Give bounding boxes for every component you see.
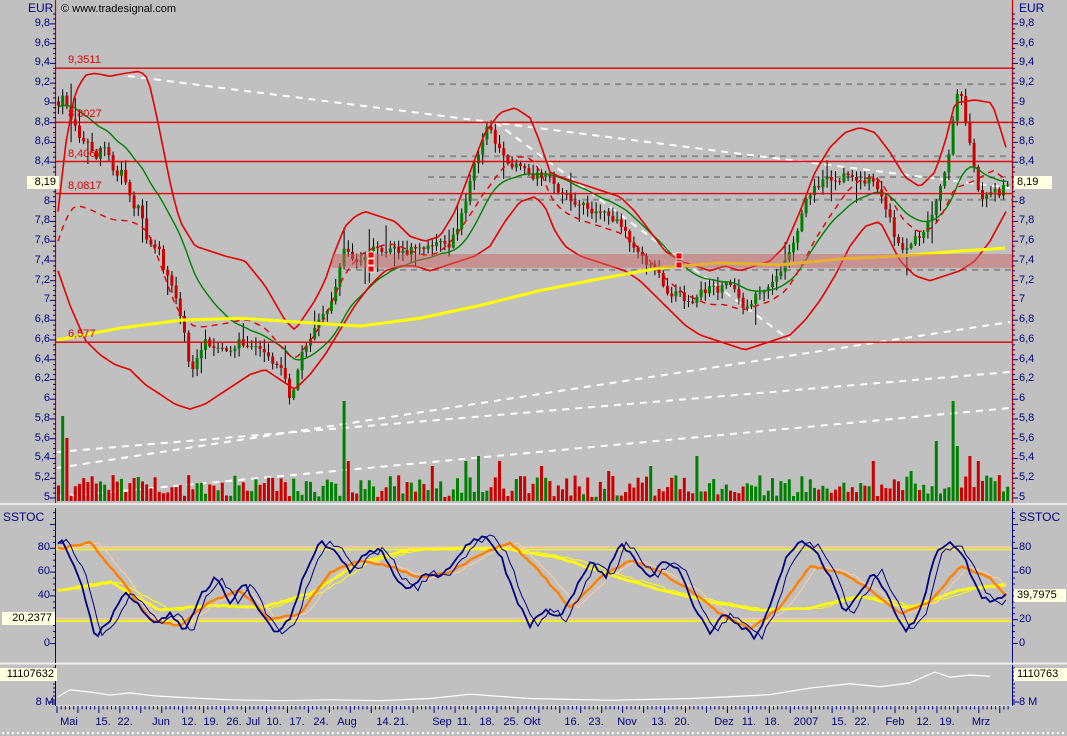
x-axis-label: 22. [117, 716, 133, 728]
main-y-tick-label-left: 5,8 [34, 411, 50, 424]
main-y-tick-label-right: 5,8 [1019, 411, 1035, 424]
sstoc-y-tick-label-left: 60 [37, 565, 50, 578]
sstoc-y-tick-label-right: 60 [1019, 565, 1032, 578]
main-y-tick-label-left: 7,4 [34, 253, 50, 266]
main-y-tick-label-left: 8,8 [34, 115, 50, 128]
price-level-label: 8,4067 [68, 147, 102, 160]
main-y-tick-label-right: 8,6 [1019, 135, 1035, 148]
chart-canvas[interactable] [0, 0, 1067, 736]
momentum-value-left: 11107632 [0, 668, 57, 681]
main-y-tick-label-left: 9,4 [34, 56, 50, 69]
main-y-tick-label-left: 5,2 [34, 471, 50, 484]
main-y-tick-label-left: 7,2 [34, 273, 50, 286]
main-y-tick-label-right: 8 [1019, 194, 1026, 207]
main-y-tick-label-left: 8 [43, 194, 50, 207]
main-y-tick-label-left: 7,6 [34, 234, 50, 247]
momentum-value-right: 1110763 [1014, 668, 1067, 681]
sstoc-title-left: SSTOC [3, 510, 45, 524]
main-y-tick-label-left: 9,8 [34, 16, 50, 29]
left-axis-currency-label: EUR [28, 1, 54, 15]
main-y-tick-label-right: 9 [1019, 95, 1026, 108]
right-axis-currency-label: EUR [1019, 1, 1045, 15]
sstoc-y-tick-label-left: 40 [37, 588, 50, 601]
main-y-tick-label-right: 6,8 [1019, 313, 1035, 326]
sstoc-y-tick-label-right: 80 [1019, 541, 1032, 554]
main-y-tick-label-left: 5,4 [34, 451, 50, 464]
main-y-tick-label-right: 9,8 [1019, 16, 1035, 29]
x-axis-label: Okt [523, 716, 541, 728]
sstoc-y-tick-label-right: 0 [1019, 636, 1026, 649]
main-y-tick-label-left: 6,4 [34, 352, 50, 365]
sstoc-y-tick-label-right: 20 [1019, 612, 1032, 625]
copyright-text: © www.tradesignal.com [61, 3, 177, 15]
main-y-tick-label-right: 7,8 [1019, 214, 1035, 227]
main-y-tick-label-left: 6,8 [34, 313, 50, 326]
main-y-tick-label-left: 7 [43, 293, 50, 306]
sstoc-y-tick-label-left: 0 [43, 636, 50, 649]
x-axis-label: 20. [674, 716, 690, 728]
current-price-right: 8,19 [1014, 176, 1052, 189]
main-y-tick-label-right: 7,6 [1019, 234, 1035, 247]
x-axis-label: Mrz [971, 716, 991, 728]
main-y-tick-label-left: 8,6 [34, 135, 50, 148]
main-y-tick-label-right: 5,6 [1019, 431, 1035, 444]
sstoc-value-right: 39,7975 [1014, 589, 1066, 602]
main-y-tick-label-right: 7,4 [1019, 253, 1035, 266]
x-axis-label: Aug [337, 716, 357, 728]
main-y-tick-label-right: 6,6 [1019, 332, 1035, 345]
price-level-label: 8,0817 [68, 179, 102, 192]
main-y-tick-label-left: 6 [43, 392, 50, 405]
main-y-tick-label-left: 8,4 [34, 155, 50, 168]
x-axis-label: 21. [393, 716, 409, 728]
main-y-tick-label-left: 9,6 [34, 36, 50, 49]
main-y-tick-label-right: 8,8 [1019, 115, 1035, 128]
main-y-tick-label-left: 6,6 [34, 332, 50, 345]
main-y-tick-label-right: 6,4 [1019, 352, 1035, 365]
main-y-tick-label-right: 5 [1019, 491, 1026, 503]
main-y-tick-label-left: 5,6 [34, 431, 50, 444]
main-y-tick-label-right: 6 [1019, 392, 1026, 405]
main-y-tick-label-right: 9,4 [1019, 56, 1035, 69]
price-level-label: 8,8027 [68, 108, 102, 121]
momentum-scale-left: 8 M [35, 696, 54, 708]
current-price-left: 8,19 [27, 176, 59, 189]
main-y-tick-label-right: 8,4 [1019, 155, 1035, 168]
tradesignal-chart-window: EUR EUR © www.tradesignal.com 8,19 8,19 … [0, 0, 1067, 736]
main-y-tick-label-left: 7,8 [34, 214, 50, 227]
main-y-tick-label-right: 6,2 [1019, 372, 1035, 385]
main-y-tick-label-left: 5 [43, 491, 50, 503]
main-y-tick-label-right: 7 [1019, 293, 1026, 306]
main-y-tick-label-left: 9 [43, 95, 50, 108]
main-y-tick-label-right: 9,6 [1019, 36, 1035, 49]
main-y-tick-label-right: 5,2 [1019, 471, 1035, 484]
price-level-label: 9,3511 [68, 54, 101, 67]
sstoc-value-left: 20,2377 [2, 612, 55, 625]
main-y-tick-label-right: 7,2 [1019, 273, 1035, 286]
momentum-scale-right: 8 M [1019, 696, 1038, 708]
main-y-tick-label-left: 6,2 [34, 372, 50, 385]
sstoc-y-tick-label-left: 80 [37, 541, 50, 554]
main-y-tick-label-left: 9,2 [34, 76, 50, 89]
main-y-tick-label-right: 5,4 [1019, 451, 1035, 464]
price-level-label: 6,577 [68, 328, 96, 341]
sstoc-title-right: SSTOC [1019, 510, 1061, 524]
main-y-tick-label-right: 9,2 [1019, 76, 1035, 89]
